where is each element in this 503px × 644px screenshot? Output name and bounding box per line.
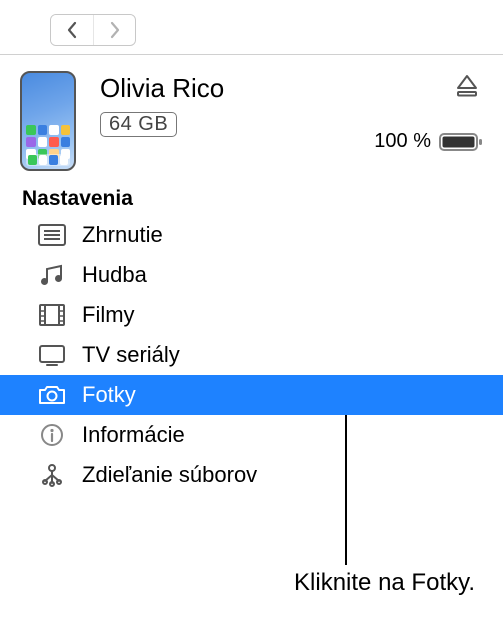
chevron-left-icon [66, 21, 78, 39]
device-header: Olivia Rico 64 GB 100 % [0, 55, 503, 179]
summary-icon [34, 221, 70, 249]
sidebar-item-movies[interactable]: Filmy [0, 295, 503, 335]
sidebar-section-header: Nastavenia [0, 179, 503, 215]
info-icon [34, 421, 70, 449]
nav-group [50, 14, 136, 46]
eject-button[interactable] [451, 71, 483, 104]
apps-icon [34, 461, 70, 489]
sidebar-item-info[interactable]: Informácie [0, 415, 503, 455]
sidebar-item-label: Zdieľanie súborov [82, 462, 257, 488]
sidebar-item-label: TV seriály [82, 342, 180, 368]
back-button[interactable] [51, 15, 93, 45]
chevron-right-icon [109, 21, 121, 39]
eject-icon [455, 73, 479, 99]
film-icon [34, 301, 70, 329]
device-thumbnail[interactable] [20, 71, 76, 171]
sidebar-item-label: Filmy [82, 302, 135, 328]
storage-badge: 64 GB [100, 112, 177, 137]
sidebar-item-tv[interactable]: TV seriály [0, 335, 503, 375]
sidebar-item-music[interactable]: Hudba [0, 255, 503, 295]
sidebar-item-summary[interactable]: Zhrnutie [0, 215, 503, 255]
caption-area: Kliknite na Fotky. [0, 495, 503, 605]
device-name: Olivia Rico [100, 73, 374, 104]
sidebar-item-filesharing[interactable]: Zdieľanie súborov [0, 455, 503, 495]
settings-list: Zhrnutie Hudba Filmy TV seriály Fotky In… [0, 215, 503, 495]
sidebar-item-label: Fotky [82, 382, 136, 408]
camera-icon [34, 381, 70, 409]
battery-icon [439, 131, 483, 153]
forward-button[interactable] [93, 15, 135, 45]
sidebar-item-photos[interactable]: Fotky [0, 375, 503, 415]
caption-text: Kliknite na Fotky. [294, 569, 475, 597]
sidebar-item-label: Hudba [82, 262, 147, 288]
callout-line [345, 415, 347, 565]
tv-icon [34, 341, 70, 369]
sidebar-item-label: Zhrnutie [82, 222, 163, 248]
toolbar [0, 0, 503, 55]
battery-percent: 100 % [374, 130, 431, 153]
sidebar-item-label: Informácie [82, 422, 185, 448]
music-icon [34, 261, 70, 289]
